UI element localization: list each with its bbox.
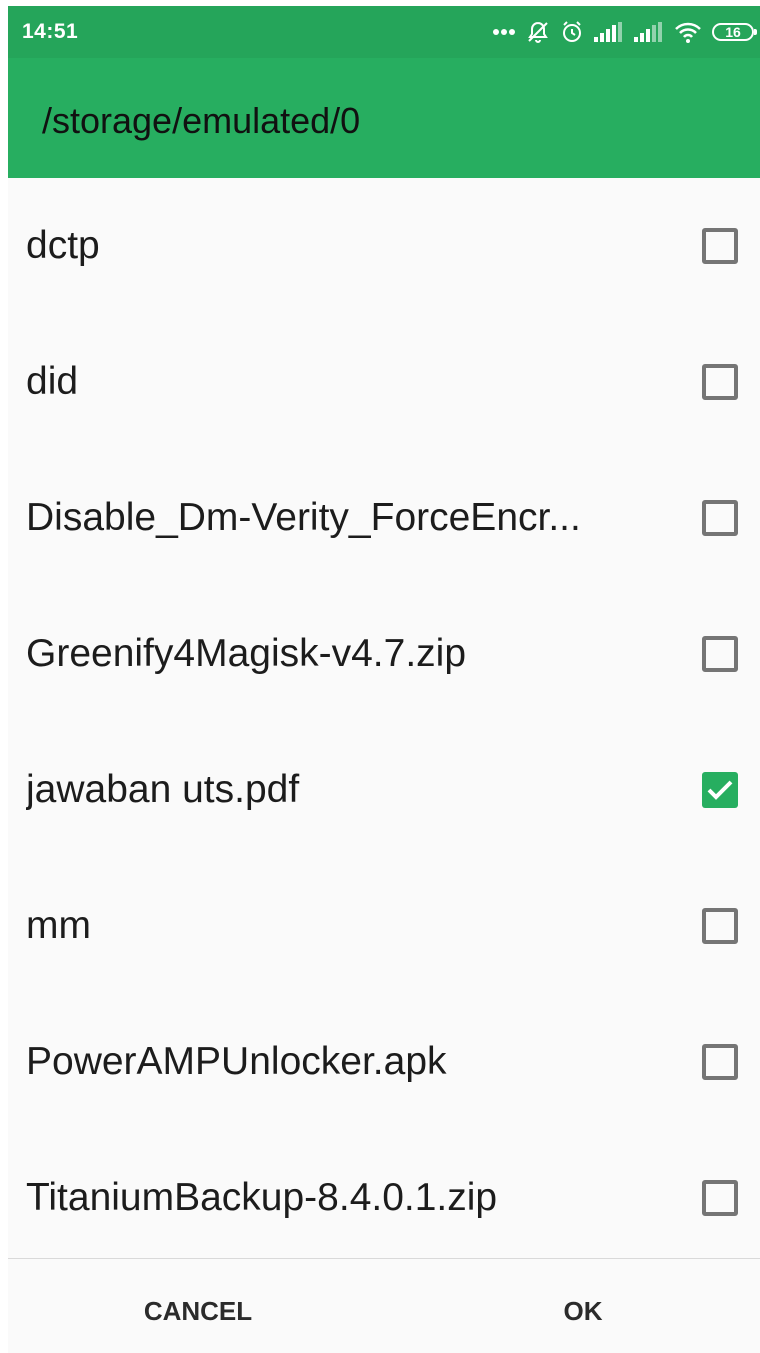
file-name: Greenify4Magisk-v4.7.zip — [26, 632, 467, 675]
file-name: did — [26, 360, 79, 403]
status-bar: 14:51 16 — [8, 6, 760, 58]
battery-icon: 16 — [712, 23, 757, 41]
file-name: PowerAMPUnlocker.apk — [26, 1040, 447, 1083]
file-list-item[interactable]: Greenify4Magisk-v4.7.zip — [8, 586, 760, 722]
signal-2-icon — [634, 22, 664, 42]
current-path-title: /storage/emulated/0 — [42, 100, 361, 141]
file-list-item[interactable]: jawaban uts.pdf — [8, 722, 760, 858]
more-dots-icon — [492, 28, 516, 36]
checkbox[interactable] — [702, 228, 738, 264]
file-name: jawaban uts.pdf — [26, 768, 300, 811]
signal-1-icon — [594, 22, 624, 42]
file-list-item[interactable]: dctp — [8, 178, 760, 314]
file-name: mm — [26, 904, 91, 947]
cancel-button[interactable]: CANCEL — [118, 1259, 278, 1353]
file-name: dctp — [26, 224, 100, 267]
file-name: TitaniumBackup-8.4.0.1.zip — [26, 1176, 498, 1219]
checkbox[interactable] — [702, 636, 738, 672]
file-name: Disable_Dm-Verity_ForceEncr... — [26, 496, 581, 539]
file-list[interactable]: dctp did Disable_Dm-Verity_ForceEncr... Gre… — [8, 178, 760, 1258]
alarm-icon — [560, 20, 584, 44]
file-picker-dialog: 14:51 16 /storage/emulated/0 dctp did Di… — [8, 6, 760, 1353]
notifications-off-icon — [526, 20, 550, 44]
checkbox[interactable] — [702, 1044, 738, 1080]
checkbox-checked[interactable] — [702, 772, 738, 808]
dialog-footer: CANCEL OK — [8, 1259, 760, 1353]
status-icons: 16 — [492, 16, 757, 48]
title-bar: /storage/emulated/0 — [8, 58, 760, 178]
file-list-item[interactable]: did — [8, 314, 760, 450]
checkbox[interactable] — [702, 908, 738, 944]
file-list-item[interactable]: Disable_Dm-Verity_ForceEncr... — [8, 450, 760, 586]
file-list-item[interactable]: mm — [8, 858, 760, 994]
status-time: 14:51 — [22, 20, 79, 43]
checkbox[interactable] — [702, 500, 738, 536]
wifi-icon — [674, 21, 702, 43]
checkbox[interactable] — [702, 1180, 738, 1216]
check-icon — [707, 780, 733, 800]
file-list-item[interactable]: PowerAMPUnlocker.apk — [8, 994, 760, 1130]
file-list-item[interactable]: TitaniumBackup-8.4.0.1.zip — [8, 1130, 760, 1266]
ok-button[interactable]: OK — [548, 1259, 618, 1353]
checkbox[interactable] — [702, 364, 738, 400]
